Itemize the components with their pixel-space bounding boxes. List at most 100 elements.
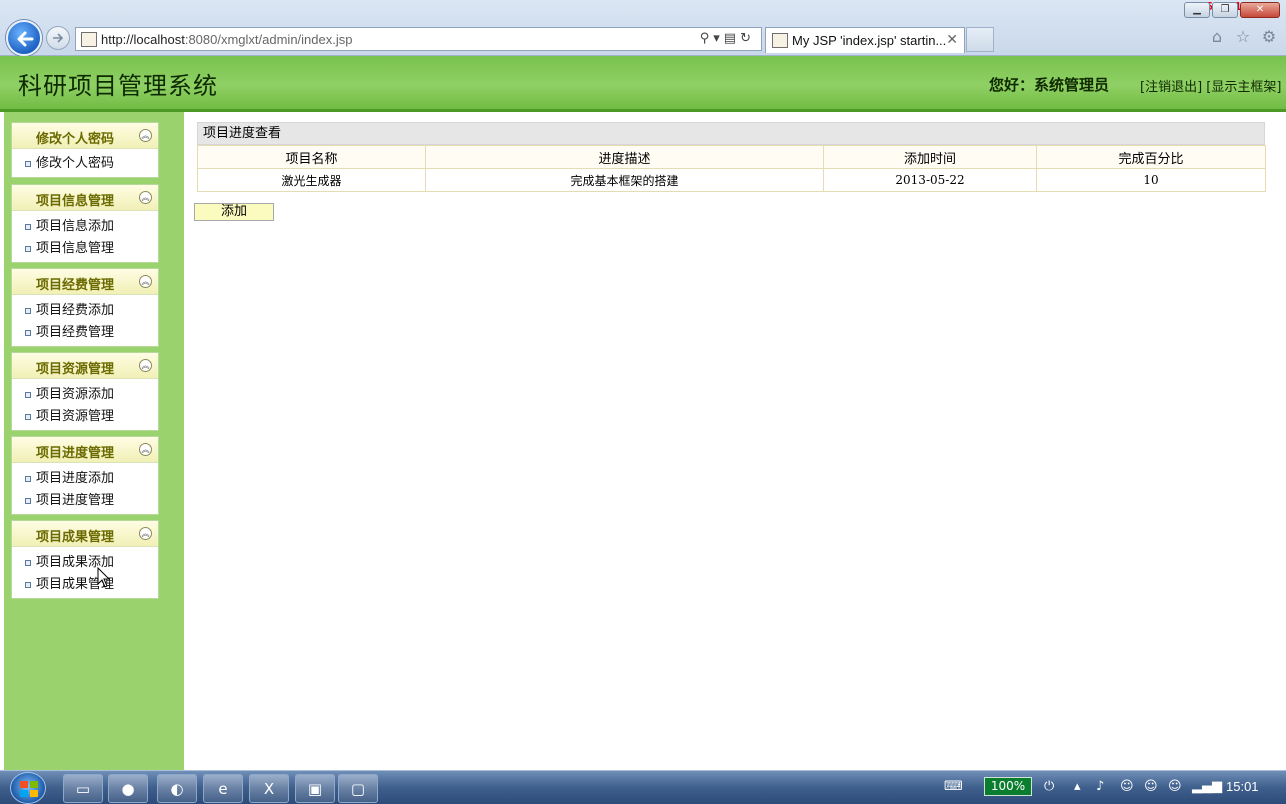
- sidebar-item-label: 项目信息管理: [36, 241, 115, 256]
- bullet-icon: [25, 161, 31, 167]
- sidebar-item-label: 修改个人密码: [36, 156, 115, 171]
- panel-title: 项目进度查看: [197, 122, 1265, 145]
- collapse-chevron-up-icon[interactable]: ︽: [139, 191, 152, 204]
- excel-icon: X: [263, 780, 275, 798]
- tab-close-icon[interactable]: ✕: [946, 32, 958, 48]
- compat-view-icon[interactable]: ▤: [724, 31, 740, 46]
- close-window-button[interactable]: ✕: [1240, 2, 1280, 18]
- settings-gear-icon[interactable]: ⚙: [1260, 28, 1278, 46]
- menu-group-title: 项目经费管理: [35, 278, 114, 293]
- search-icon[interactable]: ⚲: [700, 31, 714, 46]
- sidebar-item-label: 项目进度添加: [36, 471, 115, 486]
- battery-indicator[interactable]: 100%: [984, 777, 1032, 796]
- qq-icon[interactable]: ☺: [1120, 779, 1134, 794]
- menu-group-header[interactable]: 项目资源管理 ︽: [12, 353, 158, 379]
- menu-group-header[interactable]: 项目经费管理 ︽: [12, 269, 158, 295]
- sidebar-item-change-password[interactable]: 修改个人密码: [12, 153, 158, 175]
- sidebar-item-project-info-manage[interactable]: 项目信息管理: [12, 238, 158, 260]
- progress-table: 项目名称 进度描述 添加时间 完成百分比 激光生成器 完成基本框架的搭建 201…: [197, 145, 1266, 192]
- network-signal-icon[interactable]: ▂▄▆: [1192, 779, 1222, 794]
- favorites-star-icon[interactable]: ☆: [1234, 28, 1252, 46]
- sidebar-item-label: 项目经费添加: [36, 303, 115, 318]
- collapse-chevron-up-icon[interactable]: ︽: [139, 275, 152, 288]
- taskbar-ie[interactable]: e: [203, 774, 243, 803]
- dropdown-icon[interactable]: ▾: [713, 31, 724, 46]
- menu-group-header[interactable]: 项目成果管理 ︽: [12, 521, 158, 547]
- taskbar-app[interactable]: ◐: [157, 774, 197, 803]
- bullet-icon: [25, 498, 31, 504]
- tab-active[interactable]: My JSP 'index.jsp' startin... ✕: [765, 27, 965, 53]
- sidebar-item-progress-add[interactable]: 项目进度添加: [12, 468, 158, 490]
- sidebar-item-project-info-add[interactable]: 项目信息添加: [12, 216, 158, 238]
- start-button[interactable]: [10, 772, 46, 804]
- tab-title: My JSP 'index.jsp' startin...: [792, 33, 947, 48]
- window-icon: ▢: [350, 780, 366, 798]
- sidebar-item-funding-add[interactable]: 项目经费添加: [12, 300, 158, 322]
- toolbox-icon: ▣: [307, 780, 323, 798]
- sidebar-item-results-manage[interactable]: 项目成果管理: [12, 574, 158, 596]
- sidebar-item-label: 项目信息添加: [36, 219, 115, 234]
- qq-icon[interactable]: ☺: [1144, 779, 1158, 794]
- menu-group-header[interactable]: 修改个人密码 ︽: [12, 123, 158, 149]
- minimize-button[interactable]: ▁: [1184, 2, 1210, 18]
- column-header: 进度描述: [425, 145, 824, 169]
- bullet-icon: [25, 392, 31, 398]
- sidebar-item-progress-manage[interactable]: 项目进度管理: [12, 490, 158, 512]
- toolbar-icons: ⌂ ☆ ⚙: [1208, 28, 1278, 46]
- window-controls: ▁ ❐ ✕: [1182, 2, 1280, 18]
- show-main-frame-link[interactable]: [显示主框架]: [1206, 80, 1281, 95]
- qq-icon[interactable]: ☺: [1168, 779, 1182, 794]
- taskbar-excel[interactable]: X: [249, 774, 289, 803]
- table-row: 激光生成器 完成基本框架的搭建 2013-05-22 10: [197, 168, 1266, 192]
- show-hidden-icons-icon[interactable]: ▴: [1074, 779, 1081, 794]
- sidebar-item-funding-manage[interactable]: 项目经费管理: [12, 322, 158, 344]
- bullet-icon: [25, 582, 31, 588]
- windows-logo-icon: [20, 781, 38, 797]
- column-header: 完成百分比: [1036, 145, 1266, 169]
- new-tab-button[interactable]: [966, 27, 994, 52]
- forward-arrow-icon: [53, 33, 64, 43]
- collapse-chevron-up-icon[interactable]: ︽: [139, 359, 152, 372]
- keyboard-icon[interactable]: ⌨: [944, 779, 963, 794]
- back-button[interactable]: [6, 20, 42, 56]
- taskbar-explorer[interactable]: ▭: [63, 774, 103, 803]
- taskbar-toolbox[interactable]: ▣: [295, 774, 335, 803]
- cell-completion-percent: 10: [1036, 168, 1266, 192]
- add-button[interactable]: 添加: [194, 203, 274, 221]
- volume-icon[interactable]: ♪: [1096, 779, 1104, 794]
- forward-button[interactable]: [46, 26, 70, 50]
- sidebar-item-resources-manage[interactable]: 项目资源管理: [12, 406, 158, 428]
- menu-group-header[interactable]: 项目进度管理 ︽: [12, 437, 158, 463]
- address-bar[interactable]: http://localhost:8080/xmglxt/admin/index…: [75, 27, 762, 51]
- restore-button[interactable]: ❐: [1212, 2, 1238, 18]
- system-tray: ⌨ 100% ⏻ ▴ ♪ ☺ ☺ ☺ ▂▄▆ 15:01: [940, 771, 1286, 804]
- menu-group-title: 项目成果管理: [35, 530, 114, 545]
- collapse-chevron-up-icon[interactable]: ︽: [139, 129, 152, 142]
- logout-link[interactable]: [注销退出]: [1140, 80, 1202, 95]
- taskbar-firefox[interactable]: ●: [108, 774, 148, 803]
- firefox-icon: ●: [121, 780, 135, 798]
- user-greeting: 您好：系统管理员: [989, 76, 1110, 94]
- cell-project-name: 激光生成器: [197, 168, 426, 192]
- sidebar-item-label: 项目资源添加: [36, 387, 115, 402]
- bullet-icon: [25, 560, 31, 566]
- cell-progress-desc: 完成基本框架的搭建: [425, 168, 824, 192]
- menu-group-project-info: 项目信息管理 ︽ 项目信息添加 项目信息管理: [11, 184, 159, 263]
- collapse-chevron-up-icon[interactable]: ︽: [139, 443, 152, 456]
- home-icon[interactable]: ⌂: [1208, 28, 1226, 46]
- bullet-icon: [25, 246, 31, 252]
- app-header: 科研项目管理系统 您好：系统管理员 [注销退出] [显示主框架]: [0, 56, 1286, 112]
- taskbar-window[interactable]: ▢: [338, 774, 378, 803]
- bullet-icon: [25, 414, 31, 420]
- sidebar-item-label: 项目进度管理: [36, 493, 115, 508]
- clock[interactable]: 15:01: [1226, 779, 1259, 794]
- sidebar-item-results-add[interactable]: 项目成果添加: [12, 552, 158, 574]
- sidebar-item-resources-add[interactable]: 项目资源添加: [12, 384, 158, 406]
- url-path: :8080/xmglxt/admin/index.jsp: [184, 32, 353, 47]
- menu-group-header[interactable]: 项目信息管理 ︽: [12, 185, 158, 211]
- bullet-icon: [25, 224, 31, 230]
- collapse-chevron-up-icon[interactable]: ︽: [139, 527, 152, 540]
- power-plug-icon[interactable]: ⏻: [1044, 779, 1054, 794]
- address-url[interactable]: http://localhost:8080/xmglxt/admin/index…: [101, 32, 352, 47]
- refresh-icon[interactable]: ↻: [740, 31, 755, 46]
